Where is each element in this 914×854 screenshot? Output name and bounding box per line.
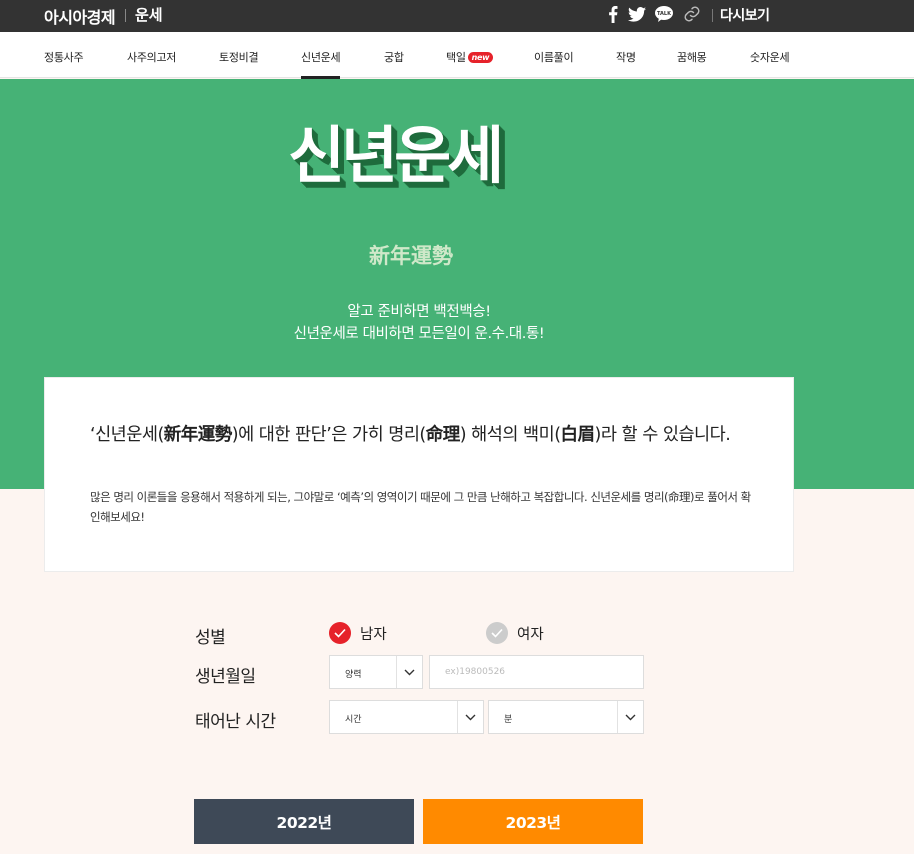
category-nav: 정통사주 사주의고저 토정비결 신년운세 궁합 택일 new 이름풀이 작명 꿈해… xyxy=(0,32,914,79)
birth-hour-select[interactable]: 시간 xyxy=(329,700,484,734)
year-2023-button[interactable]: 2023년 xyxy=(423,799,643,844)
gender-female-label: 여자 xyxy=(517,626,544,643)
link-icon[interactable] xyxy=(682,4,702,24)
hero-slogan-line-1: 알고 준비하면 백전백승! xyxy=(347,304,491,320)
check-icon xyxy=(329,622,351,644)
replay-link[interactable]: 다시보기 xyxy=(720,5,770,25)
birth-minute-select[interactable]: 분 xyxy=(488,700,644,734)
year-2022-button[interactable]: 2022년 xyxy=(194,799,414,844)
nav-item-taegil-label: 택일 xyxy=(446,51,466,64)
top-bar: 아시아경제 운세 TALK 다시보기 xyxy=(0,0,914,32)
nav-item-sutja-unse[interactable]: 숫자운세 xyxy=(750,49,790,65)
check-icon xyxy=(486,622,508,644)
chevron-down-icon xyxy=(617,701,643,733)
headline-part: ‘신년운세( xyxy=(90,425,164,445)
gender-male-label: 남자 xyxy=(360,626,387,643)
nav-item-taegil[interactable]: 택일 new xyxy=(446,49,494,65)
nav-item-jakmyeong[interactable]: 작명 xyxy=(616,49,636,65)
gender-label: 성별 xyxy=(195,628,226,648)
nav-item-jeongtong-saju[interactable]: 정통사주 xyxy=(44,49,84,65)
intro-headline: ‘신년운세(新年運勢)에 대한 판단’은 가히 명리(命理) 해석의 백미(白眉… xyxy=(90,423,760,447)
calendar-type-select[interactable]: 양력 xyxy=(329,655,423,689)
new-badge: new xyxy=(467,52,494,63)
birthdate-label: 생년월일 xyxy=(195,667,256,687)
nav-item-tojeong-bigyeol[interactable]: 토정비결 xyxy=(219,49,259,65)
nav-item-ireum-puri[interactable]: 이름풀이 xyxy=(534,49,574,65)
birth-time-label: 태어난 시간 xyxy=(195,712,276,732)
share-divider xyxy=(712,9,713,22)
hero-slogan-line-2: 신년운세로 대비하면 모든일이 운.수.대.통! xyxy=(293,326,545,342)
hero-hanja: 新年運勢 xyxy=(369,244,453,268)
chevron-down-icon xyxy=(457,701,483,733)
nav-item-saju-gojeo[interactable]: 사주의고저 xyxy=(127,49,176,65)
headline-bold: 新年運勢 xyxy=(163,425,233,445)
birth-hour-value: 시간 xyxy=(345,715,362,725)
headline-part: )에 대한 판단’은 가히 명리( xyxy=(231,425,426,445)
intro-card: ‘신년운세(新年運勢)에 대한 판단’은 가히 명리(命理) 해석의 백미(白眉… xyxy=(44,377,794,572)
chevron-down-icon xyxy=(396,656,422,688)
facebook-icon[interactable] xyxy=(606,4,620,24)
brand-divider xyxy=(125,9,126,22)
nav-item-sinnyeon-unse[interactable]: 신년운세 xyxy=(301,49,341,79)
gender-female-radio[interactable]: 여자 xyxy=(486,622,544,644)
birthdate-input[interactable] xyxy=(429,655,644,689)
kakaotalk-icon[interactable]: TALK xyxy=(654,4,674,24)
twitter-icon[interactable] xyxy=(627,4,647,24)
hero-slogan: 알고 준비하면 백전백승! 신년운세로 대비하면 모든일이 운.수.대.통! xyxy=(0,301,838,345)
section-title[interactable]: 운세 xyxy=(135,4,163,25)
kakaotalk-icon-text: TALK xyxy=(657,11,672,17)
intro-body: 많은 명리 이론들을 응용해서 적용하게 되는, 그야말로 ‘예측’의 영역이기… xyxy=(90,490,751,524)
calendar-type-value: 양력 xyxy=(345,670,362,680)
nav-item-kkum-haemong[interactable]: 꿈해몽 xyxy=(677,49,707,65)
headline-part: )라 할 수 있습니다. xyxy=(594,425,731,445)
gender-male-radio[interactable]: 남자 xyxy=(329,622,387,644)
nav-item-gunghap[interactable]: 궁합 xyxy=(384,49,404,65)
birth-minute-value: 분 xyxy=(504,715,513,725)
brand-logo[interactable]: 아시아경제 xyxy=(44,4,116,28)
headline-part: ) 해석의 백미( xyxy=(459,425,561,445)
hero-title: 신년운세 xyxy=(288,119,504,192)
headline-bold: 白眉 xyxy=(560,425,596,445)
headline-bold: 命理 xyxy=(425,425,461,445)
